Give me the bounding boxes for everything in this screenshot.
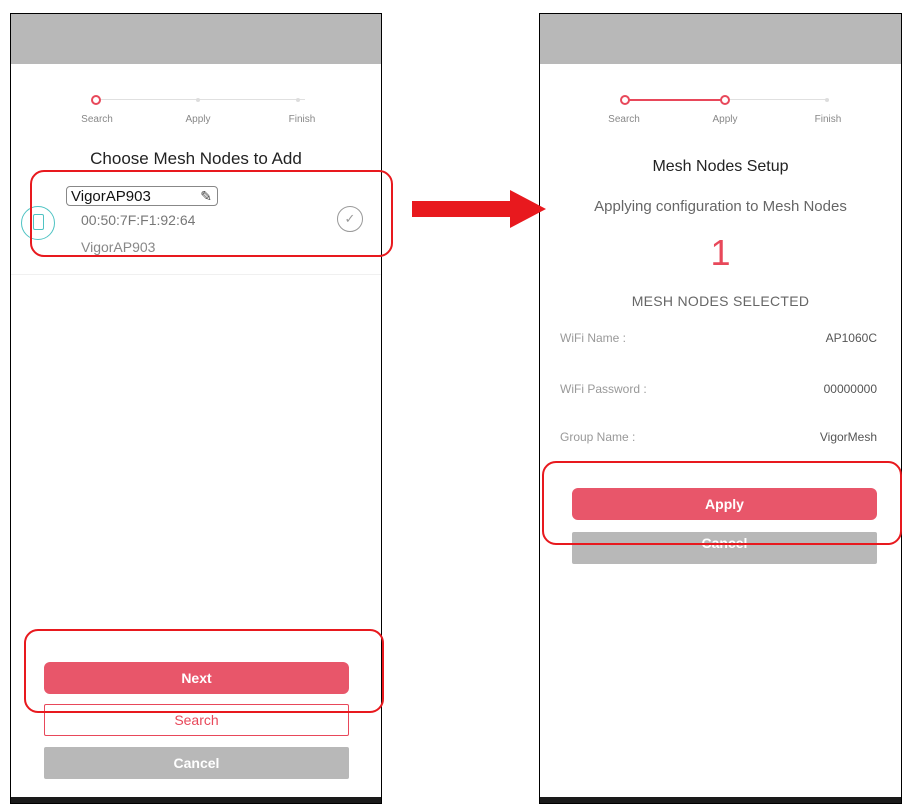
progress-stepper: Search Apply Finish [11,95,381,140]
stepper-label-search: Search [81,114,113,125]
stepper-dot-apply [196,98,200,102]
stepper-label-apply: Apply [185,114,211,125]
page-title: Choose Mesh Nodes to Add [90,149,302,168]
info-value: 00000000 [823,382,877,396]
info-row-wifi-name: WiFi Name : AP1060C [560,331,877,351]
stepper-dot-finish [825,98,829,102]
page-subtitle: Applying configuration to Mesh Nodes [594,198,847,215]
stepper-dot-finish [296,98,300,102]
info-value: VigorMesh [819,430,877,444]
highlight-next-button [24,629,384,713]
info-label: Group Name : [560,430,636,444]
status-bar [11,14,381,64]
page-title: Mesh Nodes Setup [652,158,789,175]
cancel-button[interactable]: Cancel [44,747,349,779]
stepper-label-finish: Finish [288,114,316,125]
flow-arrow-shaft [412,201,512,217]
right-phone-screen: Search Apply Finish Mesh Nodes Setup App… [539,13,902,804]
info-label: WiFi Name : [560,331,626,345]
info-value: AP1060C [825,331,877,345]
selected-count-caption: MESH NODES SELECTED [631,293,810,309]
stepper-label-apply: Apply [712,114,738,125]
stepper-line-progress [624,99,724,101]
selected-count: 1 [710,232,731,273]
stepper-line [95,99,305,100]
navigation-bar [11,797,381,803]
navigation-bar [540,797,901,803]
info-row-group-name: Group Name : VigorMesh [560,430,877,450]
status-bar [540,14,901,64]
stepper-dot-apply [720,95,730,105]
stepper-dot-search [91,95,101,105]
info-row-wifi-password: WiFi Password : 00000000 [560,382,877,402]
stepper-label-finish: Finish [814,114,842,125]
info-label: WiFi Password : [560,382,647,396]
stepper-label-search: Search [608,114,640,125]
flow-arrow-icon [510,190,546,228]
highlight-apply-button [542,461,902,545]
progress-stepper: Search Apply Finish [540,95,901,140]
highlight-device-item [30,170,393,257]
stepper-dot-search [620,95,630,105]
